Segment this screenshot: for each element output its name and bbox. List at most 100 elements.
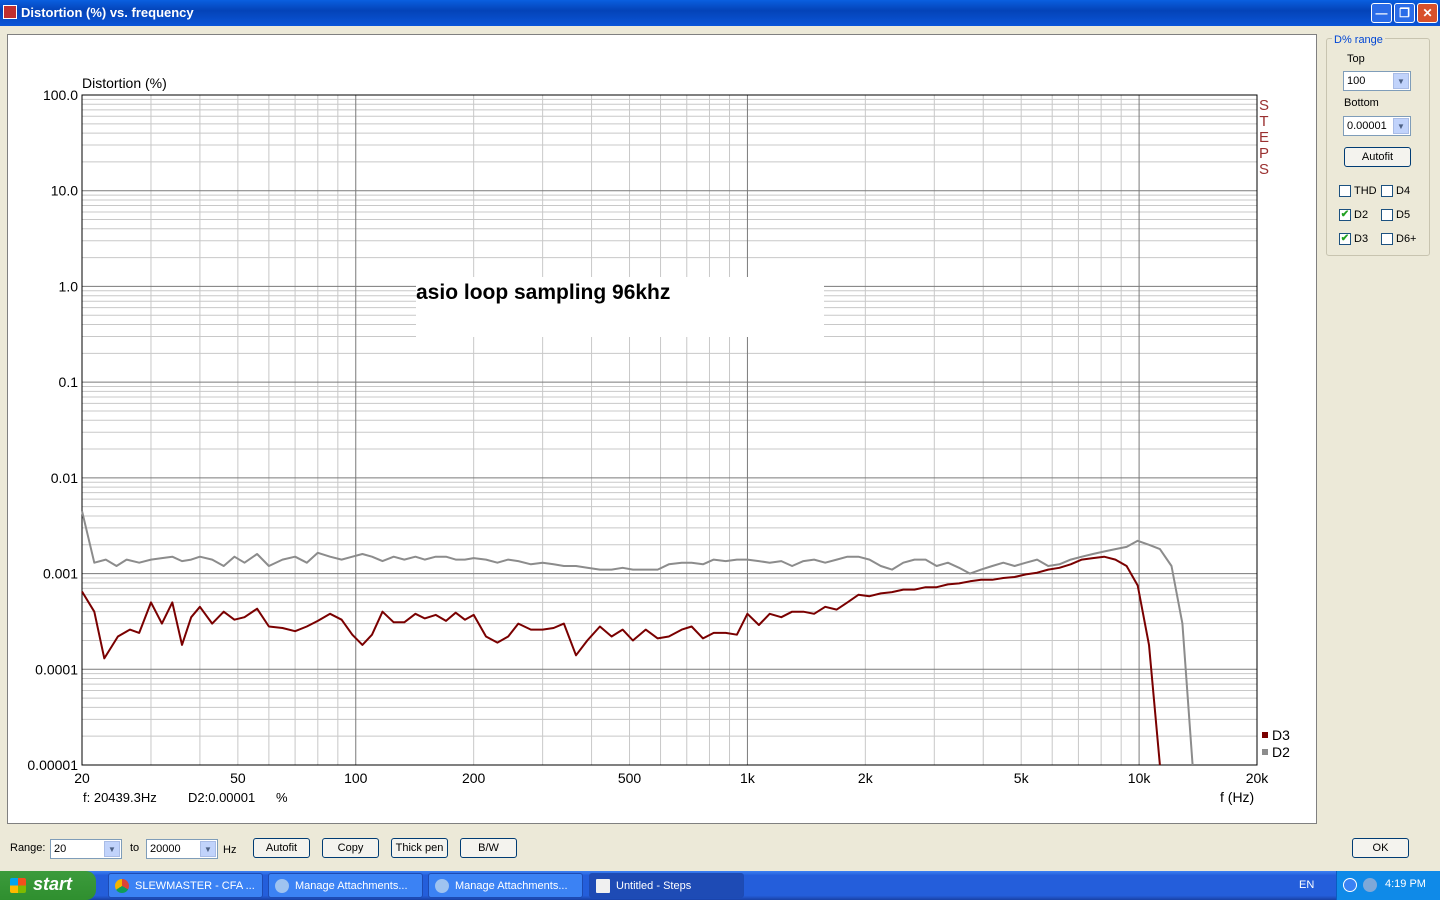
x-tick-label: 100 (344, 770, 368, 786)
y-tick-label: 0.00001 (27, 757, 78, 773)
close-button[interactable]: ✕ (1417, 3, 1438, 23)
x-tick-label: 2k (858, 770, 874, 786)
network-icon[interactable] (1363, 878, 1377, 892)
d5-checkbox[interactable] (1381, 209, 1393, 221)
x-tick-label: 20 (74, 770, 90, 786)
title-bar: Distortion (%) vs. frequency — ❐ ✕ (0, 0, 1440, 26)
y-tick-label: 0.1 (59, 374, 79, 390)
system-tray: 4:19 PM (1336, 871, 1440, 900)
brand-letter: E (1259, 129, 1269, 146)
windows-logo-icon (10, 878, 26, 893)
y-tick-label: 0.001 (43, 566, 78, 582)
thd-checkbox-label: THD (1354, 185, 1377, 197)
brand-letter: T (1259, 113, 1268, 130)
brand-letter: P (1259, 145, 1269, 162)
browser-icon (275, 879, 289, 893)
minor-gridlines (81, 95, 1258, 765)
d4-checkbox-label: D4 (1396, 185, 1411, 197)
brand-letter: S (1259, 97, 1269, 114)
tray-expand-icon[interactable] (1343, 878, 1357, 892)
autofit-button[interactable]: Autofit (253, 838, 310, 858)
chrome-icon (115, 879, 129, 893)
close-icon: ✕ (1422, 6, 1433, 20)
taskbar-item-steps[interactable]: Untitled - Steps (589, 873, 744, 898)
distortion-chart[interactable]: Distortion (%) 0.00001 0.0001 0.001 0.01 0.1… (8, 35, 1316, 823)
annotation-text: asio loop sampling 96khz (416, 281, 670, 304)
x-tick-label: 50 (230, 770, 246, 786)
d6plus-checkbox-label: D6+ (1396, 233, 1417, 245)
taskbar-item-manage-attachments-1[interactable]: Manage Attachments... (268, 873, 423, 898)
d2-checkbox[interactable]: ✔ (1339, 209, 1351, 221)
legend-label-d3: D3 (1272, 727, 1290, 743)
d3-checkbox[interactable]: ✔ (1339, 233, 1351, 245)
thick-pen-button[interactable]: Thick pen (391, 838, 448, 858)
brand-letter: S (1259, 161, 1269, 178)
range-from-value: 20 (54, 843, 67, 855)
taskbar-item-manage-attachments-2[interactable]: Manage Attachments... (428, 873, 583, 898)
restore-icon: ❐ (1399, 6, 1410, 20)
taskbar-item-label: SLEWMASTER - CFA ... (135, 880, 255, 892)
app-icon (3, 5, 17, 19)
cursor-unit-readout: % (276, 790, 288, 805)
range-from-select[interactable]: 20 ▼ (50, 839, 122, 859)
range-to-label: to (130, 842, 140, 854)
y-tick-label: 0.01 (51, 470, 78, 486)
legend-label-d2: D2 (1272, 744, 1290, 760)
x-tick-label: 10k (1128, 770, 1152, 786)
taskbar-item-label: Untitled - Steps (616, 880, 692, 892)
language-indicator[interactable]: EN (1299, 879, 1314, 891)
ok-button[interactable]: OK (1352, 838, 1409, 858)
taskbar-item-slewmaster[interactable]: SLEWMASTER - CFA ... (108, 873, 263, 898)
x-tick-label: 1k (740, 770, 756, 786)
x-tick-label: 20k (1246, 770, 1270, 786)
range-label: Range: (10, 842, 46, 854)
side-autofit-button[interactable]: Autofit (1344, 147, 1411, 167)
browser-icon (435, 879, 449, 893)
y-tick-label: 1.0 (59, 278, 79, 294)
range-to-select[interactable]: 20000 ▼ (146, 839, 218, 859)
chevron-down-icon[interactable]: ▼ (1393, 73, 1409, 89)
start-button[interactable]: start (0, 871, 96, 900)
bottom-range-select[interactable]: 0.00001 ▼ (1343, 116, 1411, 136)
legend-swatch-d3 (1262, 732, 1268, 738)
d3-checkbox-label: D3 (1354, 233, 1369, 245)
range-to-value: 20000 (150, 843, 181, 855)
bottom-label: Bottom (1344, 97, 1379, 109)
y-tick-label: 100.0 (43, 87, 78, 103)
series-lines (81, 510, 1194, 766)
taskbar-item-label: Manage Attachments... (455, 880, 568, 892)
d2-checkbox-label: D2 (1354, 209, 1369, 221)
copy-button[interactable]: Copy (322, 838, 379, 858)
d5-checkbox-label: D5 (1396, 209, 1411, 221)
legend-swatch-d2 (1262, 749, 1268, 755)
d3-check-mark: ✔ (1340, 233, 1350, 244)
d-range-group-label: D% range (1332, 34, 1385, 46)
bw-button[interactable]: B/W (460, 838, 517, 858)
y-axis-label: Distortion (%) (82, 75, 167, 91)
bottom-range-value: 0.00001 (1347, 120, 1387, 132)
clock: 4:19 PM (1385, 878, 1426, 890)
plot-panel[interactable]: Distortion (%) 0.00001 0.0001 0.001 0.01 0.1… (7, 34, 1317, 824)
range-unit-label: Hz (223, 844, 237, 856)
x-tick-label: 5k (1014, 770, 1030, 786)
top-range-select[interactable]: 100 ▼ (1343, 71, 1411, 91)
maximize-button[interactable]: ❐ (1394, 3, 1415, 23)
x-tick-labels: 20 50 100 200 500 1k 2k 5k 10k 20k (74, 770, 1269, 786)
minimize-icon: — (1375, 6, 1388, 20)
x-tick-label: 200 (462, 770, 486, 786)
cursor-value-readout: D2:0.00001 (188, 790, 255, 805)
chevron-down-icon[interactable]: ▼ (200, 841, 216, 857)
top-range-value: 100 (1347, 75, 1366, 87)
thd-checkbox[interactable] (1339, 185, 1351, 197)
y-tick-labels: 0.00001 0.0001 0.001 0.01 0.1 1.0 10.0 100.0 (27, 87, 78, 773)
chevron-down-icon[interactable]: ▼ (104, 841, 120, 857)
chevron-down-icon[interactable]: ▼ (1393, 118, 1409, 134)
d4-checkbox[interactable] (1381, 185, 1393, 197)
window-title: Distortion (%) vs. frequency (21, 5, 194, 20)
top-label: Top (1347, 53, 1365, 65)
steps-brand-vertical: STEPS (1259, 97, 1269, 178)
start-label: start (33, 874, 73, 894)
d6plus-checkbox[interactable] (1381, 233, 1393, 245)
minimize-button[interactable]: — (1371, 3, 1392, 23)
legend: D3D2 (1262, 727, 1290, 760)
